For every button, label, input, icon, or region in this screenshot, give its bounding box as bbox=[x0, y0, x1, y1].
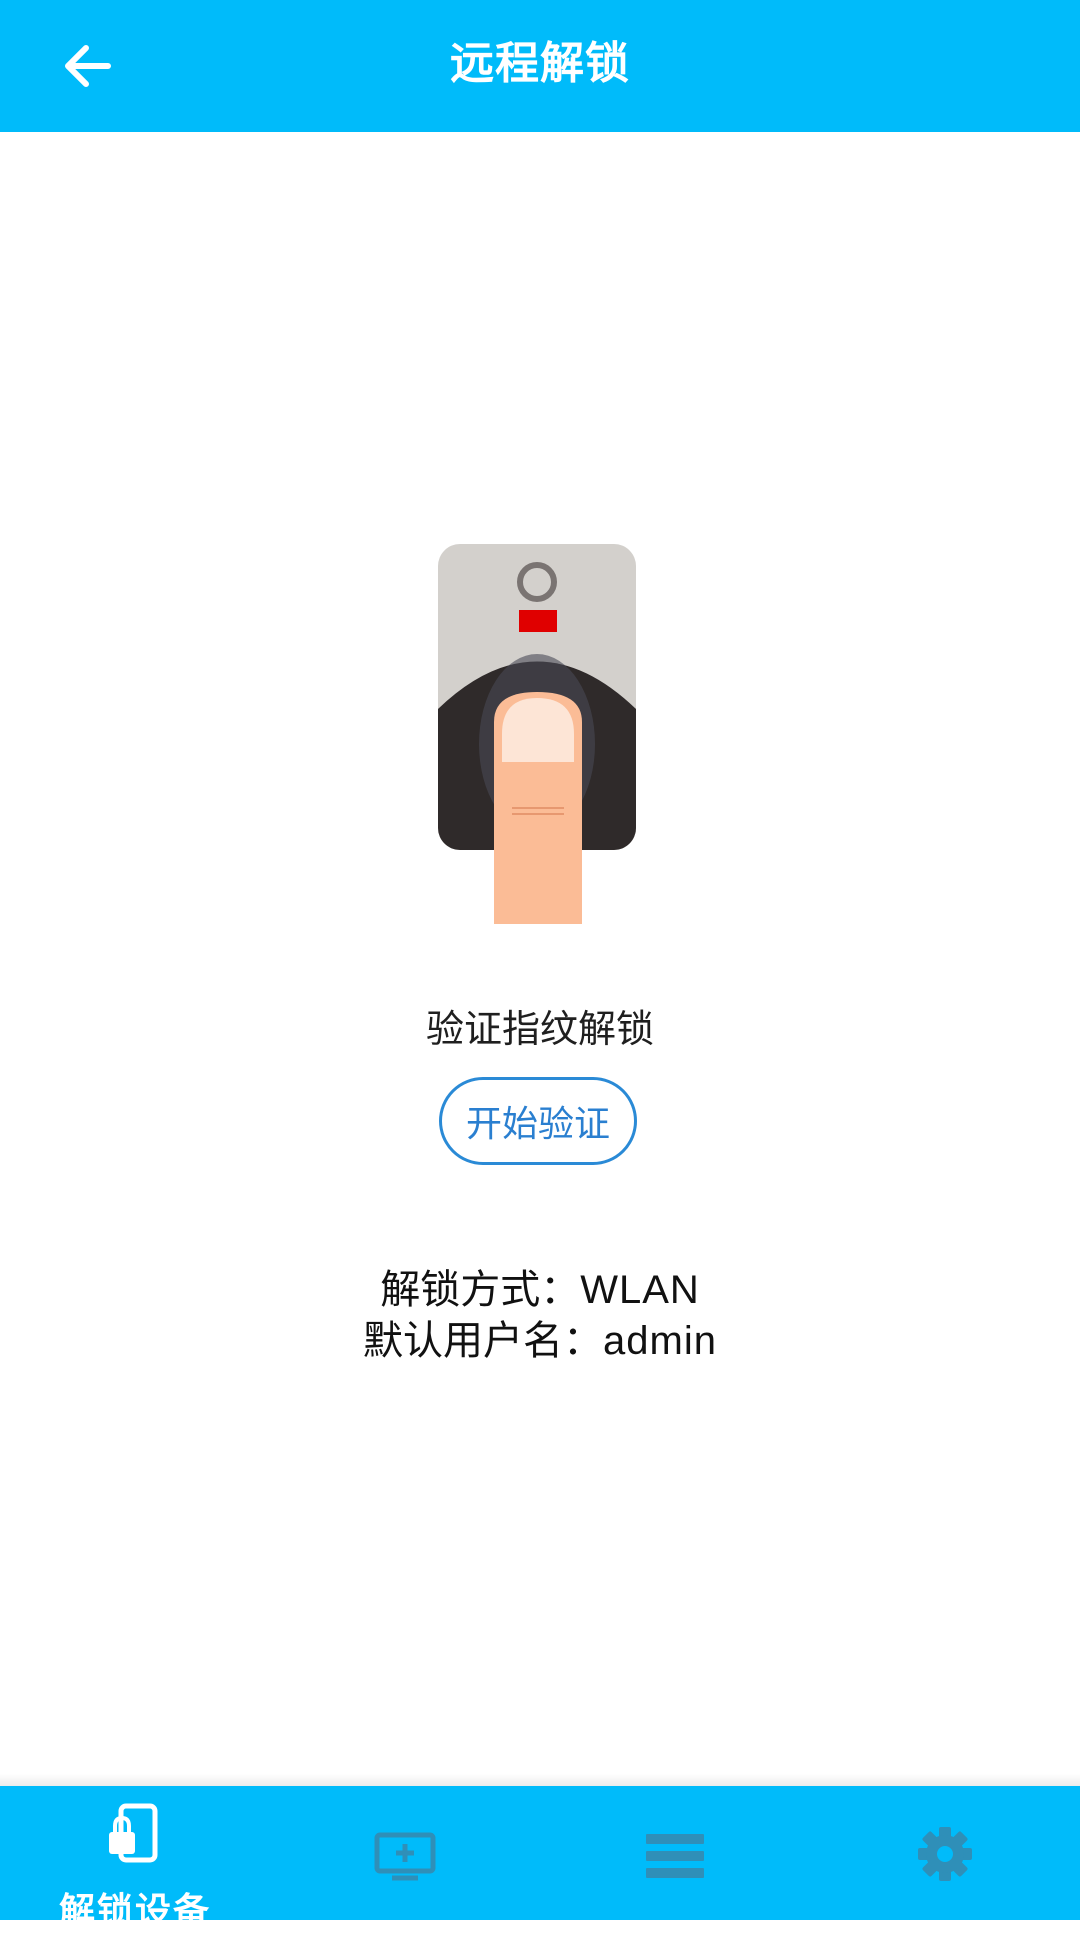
unlock-method-value: WLAN bbox=[580, 1268, 700, 1312]
phone-lock-icon bbox=[109, 1803, 158, 1863]
start-verify-button[interactable]: 开始验证 bbox=[439, 1077, 637, 1165]
nav-label-unlock-device: 解锁设备 bbox=[58, 1891, 211, 1932]
default-username-line: 默认用户名：admin bbox=[0, 1308, 1080, 1366]
monitor-add-icon bbox=[374, 1832, 436, 1881]
gear-icon bbox=[918, 1827, 972, 1881]
unlock-method-line: 解锁方式：WLAN bbox=[0, 1257, 1080, 1315]
nav-item-add-screen[interactable] bbox=[270, 1786, 540, 1920]
app-bar: 远程解锁 bbox=[0, 0, 1080, 132]
unlock-method-label: 解锁方式： bbox=[380, 1267, 581, 1313]
page-title: 远程解锁 bbox=[450, 38, 630, 89]
list-icon bbox=[646, 1834, 704, 1878]
verify-fingerprint-label: 验证指纹解锁 bbox=[425, 1007, 654, 1051]
default-username-value: admin bbox=[603, 1319, 717, 1363]
nav-item-settings[interactable] bbox=[810, 1786, 1080, 1920]
bottom-navigation: 解锁设备 bbox=[0, 1786, 1080, 1932]
nav-item-unlock-device[interactable]: 解锁设备 bbox=[0, 1786, 270, 1932]
nav-item-list[interactable] bbox=[540, 1786, 810, 1920]
bottom-nav-shadow bbox=[0, 1774, 1080, 1786]
default-username-label: 默认用户名： bbox=[363, 1318, 604, 1364]
fingerprint-scanner-illustration bbox=[436, 544, 640, 924]
